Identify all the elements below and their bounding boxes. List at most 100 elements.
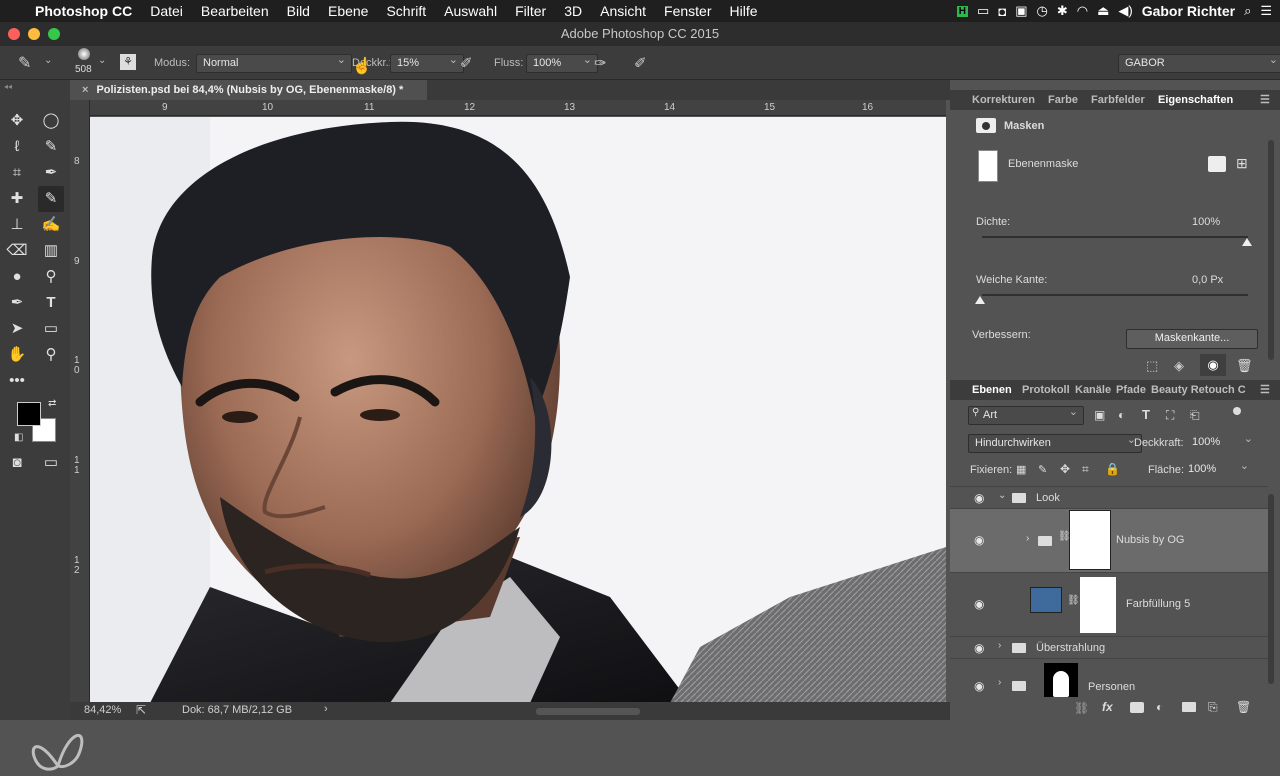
- tab-korrekturen[interactable]: Korrekturen: [972, 90, 1035, 110]
- panel-collapse-icon[interactable]: ◂◂: [4, 82, 12, 91]
- lock-all-icon[interactable]: 🔒: [1105, 462, 1120, 476]
- new-adjustment-layer-icon[interactable]: ◐: [1156, 700, 1163, 714]
- layer-visibility-eye-icon[interactable]: ◉: [974, 491, 984, 505]
- tab-farbe[interactable]: Farbe: [1048, 90, 1078, 110]
- delete-layer-icon[interactable]: 🗑: [1236, 700, 1251, 714]
- delete-mask-icon[interactable]: 🗑: [1236, 358, 1253, 374]
- toggle-mask-visibility-icon[interactable]: ◉: [1200, 354, 1226, 376]
- brush-tip-preview-icon[interactable]: [78, 48, 90, 60]
- type-tool-icon[interactable]: T: [40, 292, 62, 314]
- tab-farbfelder[interactable]: Farbfelder: [1091, 90, 1145, 110]
- preset-dropdown-arrow-icon[interactable]: ⌄: [44, 55, 52, 66]
- workspace-select[interactable]: GABOR: [1118, 52, 1280, 73]
- zoom-level[interactable]: 84,42%: [84, 704, 121, 716]
- group-expand-chevron-icon[interactable]: ⌄: [998, 490, 1006, 501]
- eraser-tool-icon[interactable]: ⌫: [6, 240, 28, 262]
- brush-tool-icon[interactable]: ✎: [38, 186, 64, 212]
- tab-pfade[interactable]: Pfade: [1116, 380, 1146, 400]
- menu-schrift[interactable]: Schrift: [377, 3, 435, 19]
- wifi-icon[interactable]: ◠: [1077, 3, 1088, 19]
- chat-icon[interactable]: ◘: [998, 4, 1006, 19]
- minimize-window-button[interactable]: [28, 28, 40, 40]
- hand-tool-icon[interactable]: ✋: [6, 344, 28, 366]
- layer-filter-kind-select[interactable]: Art: [968, 404, 1084, 425]
- brush-picker-arrow-icon[interactable]: ⌄: [98, 55, 106, 66]
- layer-name[interactable]: Farbfüllung 5: [1126, 598, 1190, 610]
- mask-edge-button[interactable]: Maskenkante...: [1126, 329, 1258, 349]
- menu-datei[interactable]: Datei: [141, 3, 192, 19]
- apply-mask-icon[interactable]: ◈: [1174, 358, 1184, 374]
- user-name[interactable]: Gabor Richter: [1142, 3, 1235, 19]
- density-slider-thumb[interactable]: [1242, 238, 1252, 246]
- group-expand-chevron-icon[interactable]: ›: [998, 640, 1001, 651]
- layer-visibility-eye-icon[interactable]: ◉: [974, 641, 984, 655]
- layer-mask-thumbnail[interactable]: [1044, 663, 1078, 697]
- menu-3d[interactable]: 3D: [555, 3, 591, 19]
- menu-filter[interactable]: Filter: [506, 3, 555, 19]
- menu-ansicht[interactable]: Ansicht: [591, 3, 655, 19]
- eject-icon[interactable]: ⏏: [1097, 3, 1109, 19]
- menu-fenster[interactable]: Fenster: [655, 3, 720, 19]
- layer-mask-thumbnail[interactable]: [1069, 510, 1111, 570]
- default-colors-icon[interactable]: ◧: [14, 432, 23, 443]
- properties-scrollbar[interactable]: [1268, 140, 1274, 360]
- flow-select[interactable]: 100%: [526, 52, 598, 73]
- lock-transparency-icon[interactable]: ▦: [1016, 463, 1026, 476]
- screen-mode-icon[interactable]: ▭: [40, 452, 62, 474]
- gradient-tool-icon[interactable]: ▥: [40, 240, 62, 262]
- tab-beauty-retouch[interactable]: Beauty Retouch C: [1151, 380, 1255, 400]
- layer-mask-thumbnail[interactable]: [1080, 577, 1116, 633]
- history-brush-tool-icon[interactable]: ✍: [40, 214, 62, 236]
- app-status-icon[interactable]: H: [956, 5, 969, 17]
- notification-list-icon[interactable]: ☰: [1260, 3, 1272, 19]
- tab-eigenschaften[interactable]: Eigenschaften: [1158, 90, 1233, 110]
- menu-bearbeiten[interactable]: Bearbeiten: [192, 3, 278, 19]
- new-layer-icon[interactable]: ⎘: [1208, 700, 1218, 715]
- layer-visibility-eye-icon[interactable]: ◉: [974, 533, 984, 547]
- quick-mask-icon[interactable]: ◙: [6, 452, 28, 474]
- new-group-icon[interactable]: [1182, 702, 1196, 712]
- layer-row-look[interactable]: ◉ ⌄ Look: [950, 486, 1268, 509]
- layer-name[interactable]: Nubsis by OG: [1116, 534, 1184, 546]
- layer-row-farbfuellung[interactable]: ◉ ⛓ Farbfüllung 5: [950, 572, 1268, 637]
- clone-stamp-tool-icon[interactable]: ⊥: [6, 214, 28, 236]
- more-tools-icon[interactable]: •••: [6, 370, 28, 392]
- feather-slider-track[interactable]: [982, 294, 1248, 296]
- layer-row-nubsis[interactable]: ◉ › ⛓ Nubsis by OG: [950, 508, 1268, 573]
- lasso-tool-icon[interactable]: ℓ: [6, 136, 28, 158]
- layer-visibility-eye-icon[interactable]: ◉: [974, 597, 984, 611]
- feather-value[interactable]: 0,0 Px: [1192, 274, 1223, 286]
- menu-bild[interactable]: Bild: [278, 3, 319, 19]
- filter-pixel-icon[interactable]: ▣: [1094, 408, 1105, 422]
- foreground-color-swatch[interactable]: [17, 402, 41, 426]
- share-icon[interactable]: ⇱: [136, 703, 146, 717]
- rectangle-tool-icon[interactable]: ▭: [40, 318, 62, 340]
- filter-type-icon[interactable]: T: [1142, 407, 1150, 422]
- select-pixel-mask-icon[interactable]: [1208, 156, 1226, 172]
- eyedropper-tool-icon[interactable]: ✒: [40, 162, 62, 184]
- time-machine-icon[interactable]: ◷: [1036, 3, 1047, 19]
- add-vector-mask-icon[interactable]: ⊞: [1236, 155, 1248, 172]
- layer-name[interactable]: Überstrahlung: [1036, 642, 1105, 654]
- airbrush-icon[interactable]: ✑: [594, 54, 607, 72]
- healing-brush-tool-icon[interactable]: ✚: [6, 188, 28, 210]
- path-selection-tool-icon[interactable]: ➤: [6, 318, 28, 340]
- spotlight-search-icon[interactable]: ⌕: [1244, 3, 1251, 19]
- tab-kanaele[interactable]: Kanäle: [1075, 380, 1111, 400]
- pen-tool-icon[interactable]: ✒: [6, 292, 28, 314]
- fill-layer-color-thumbnail[interactable]: [1030, 587, 1062, 613]
- layer-effects-icon[interactable]: fx: [1102, 700, 1113, 714]
- density-value[interactable]: 100%: [1192, 216, 1220, 228]
- filter-adjustment-icon[interactable]: ◐: [1118, 408, 1125, 422]
- bluetooth-icon[interactable]: ✱: [1057, 3, 1068, 19]
- lock-position-icon[interactable]: ✥: [1060, 462, 1070, 476]
- close-document-icon[interactable]: ×: [82, 84, 88, 96]
- opacity-select[interactable]: 15%: [390, 52, 464, 73]
- pressure-size-icon[interactable]: ✐: [634, 54, 647, 72]
- menu-ebene[interactable]: Ebene: [319, 3, 377, 19]
- swap-colors-icon[interactable]: ⇄: [48, 398, 56, 409]
- link-layers-icon[interactable]: ⛓: [1074, 701, 1089, 715]
- menu-hilfe[interactable]: Hilfe: [721, 3, 767, 19]
- menu-auswahl[interactable]: Auswahl: [435, 3, 506, 19]
- status-menu-arrow-icon[interactable]: ›: [324, 703, 328, 715]
